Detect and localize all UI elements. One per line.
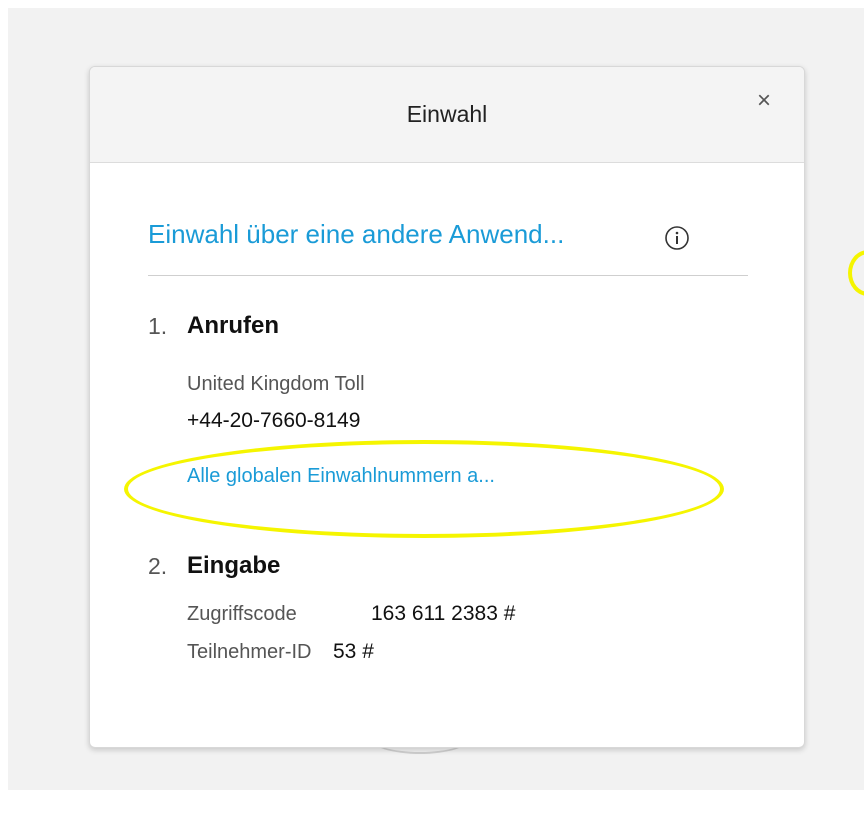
- dial-in-location: United Kingdom Toll: [187, 373, 365, 395]
- step-number-1: 1.: [148, 313, 168, 339]
- dialog-header: Einwahl ×: [90, 67, 804, 163]
- info-icon[interactable]: [664, 225, 690, 251]
- close-icon[interactable]: ×: [752, 89, 776, 113]
- step-title-call: Anrufen: [187, 312, 279, 339]
- participant-id-value: 53 #: [333, 640, 374, 663]
- access-code-value: 163 611 2383 #: [371, 602, 516, 625]
- dial-in-dialog: Einwahl × Einwahl über eine andere Anwen…: [89, 66, 805, 748]
- divider: [148, 275, 748, 276]
- alt-app-dial-link[interactable]: Einwahl über eine andere Anwend...: [148, 219, 564, 250]
- access-code-label: Zugriffscode: [187, 603, 297, 625]
- alt-app-row: Einwahl über eine andere Anwend...: [148, 219, 748, 259]
- step-title-enter: Eingabe: [187, 552, 281, 579]
- dial-in-phone-number: +44-20-7660-8149: [187, 409, 361, 432]
- screen: Einwahl × Einwahl über eine andere Anwen…: [0, 0, 864, 818]
- global-numbers-link[interactable]: Alle globalen Einwahlnummern a...: [187, 465, 495, 488]
- participant-id-label: Teilnehmer-ID: [187, 641, 312, 663]
- dialog-title: Einwahl: [406, 101, 488, 127]
- step-number-2: 2.: [148, 553, 168, 579]
